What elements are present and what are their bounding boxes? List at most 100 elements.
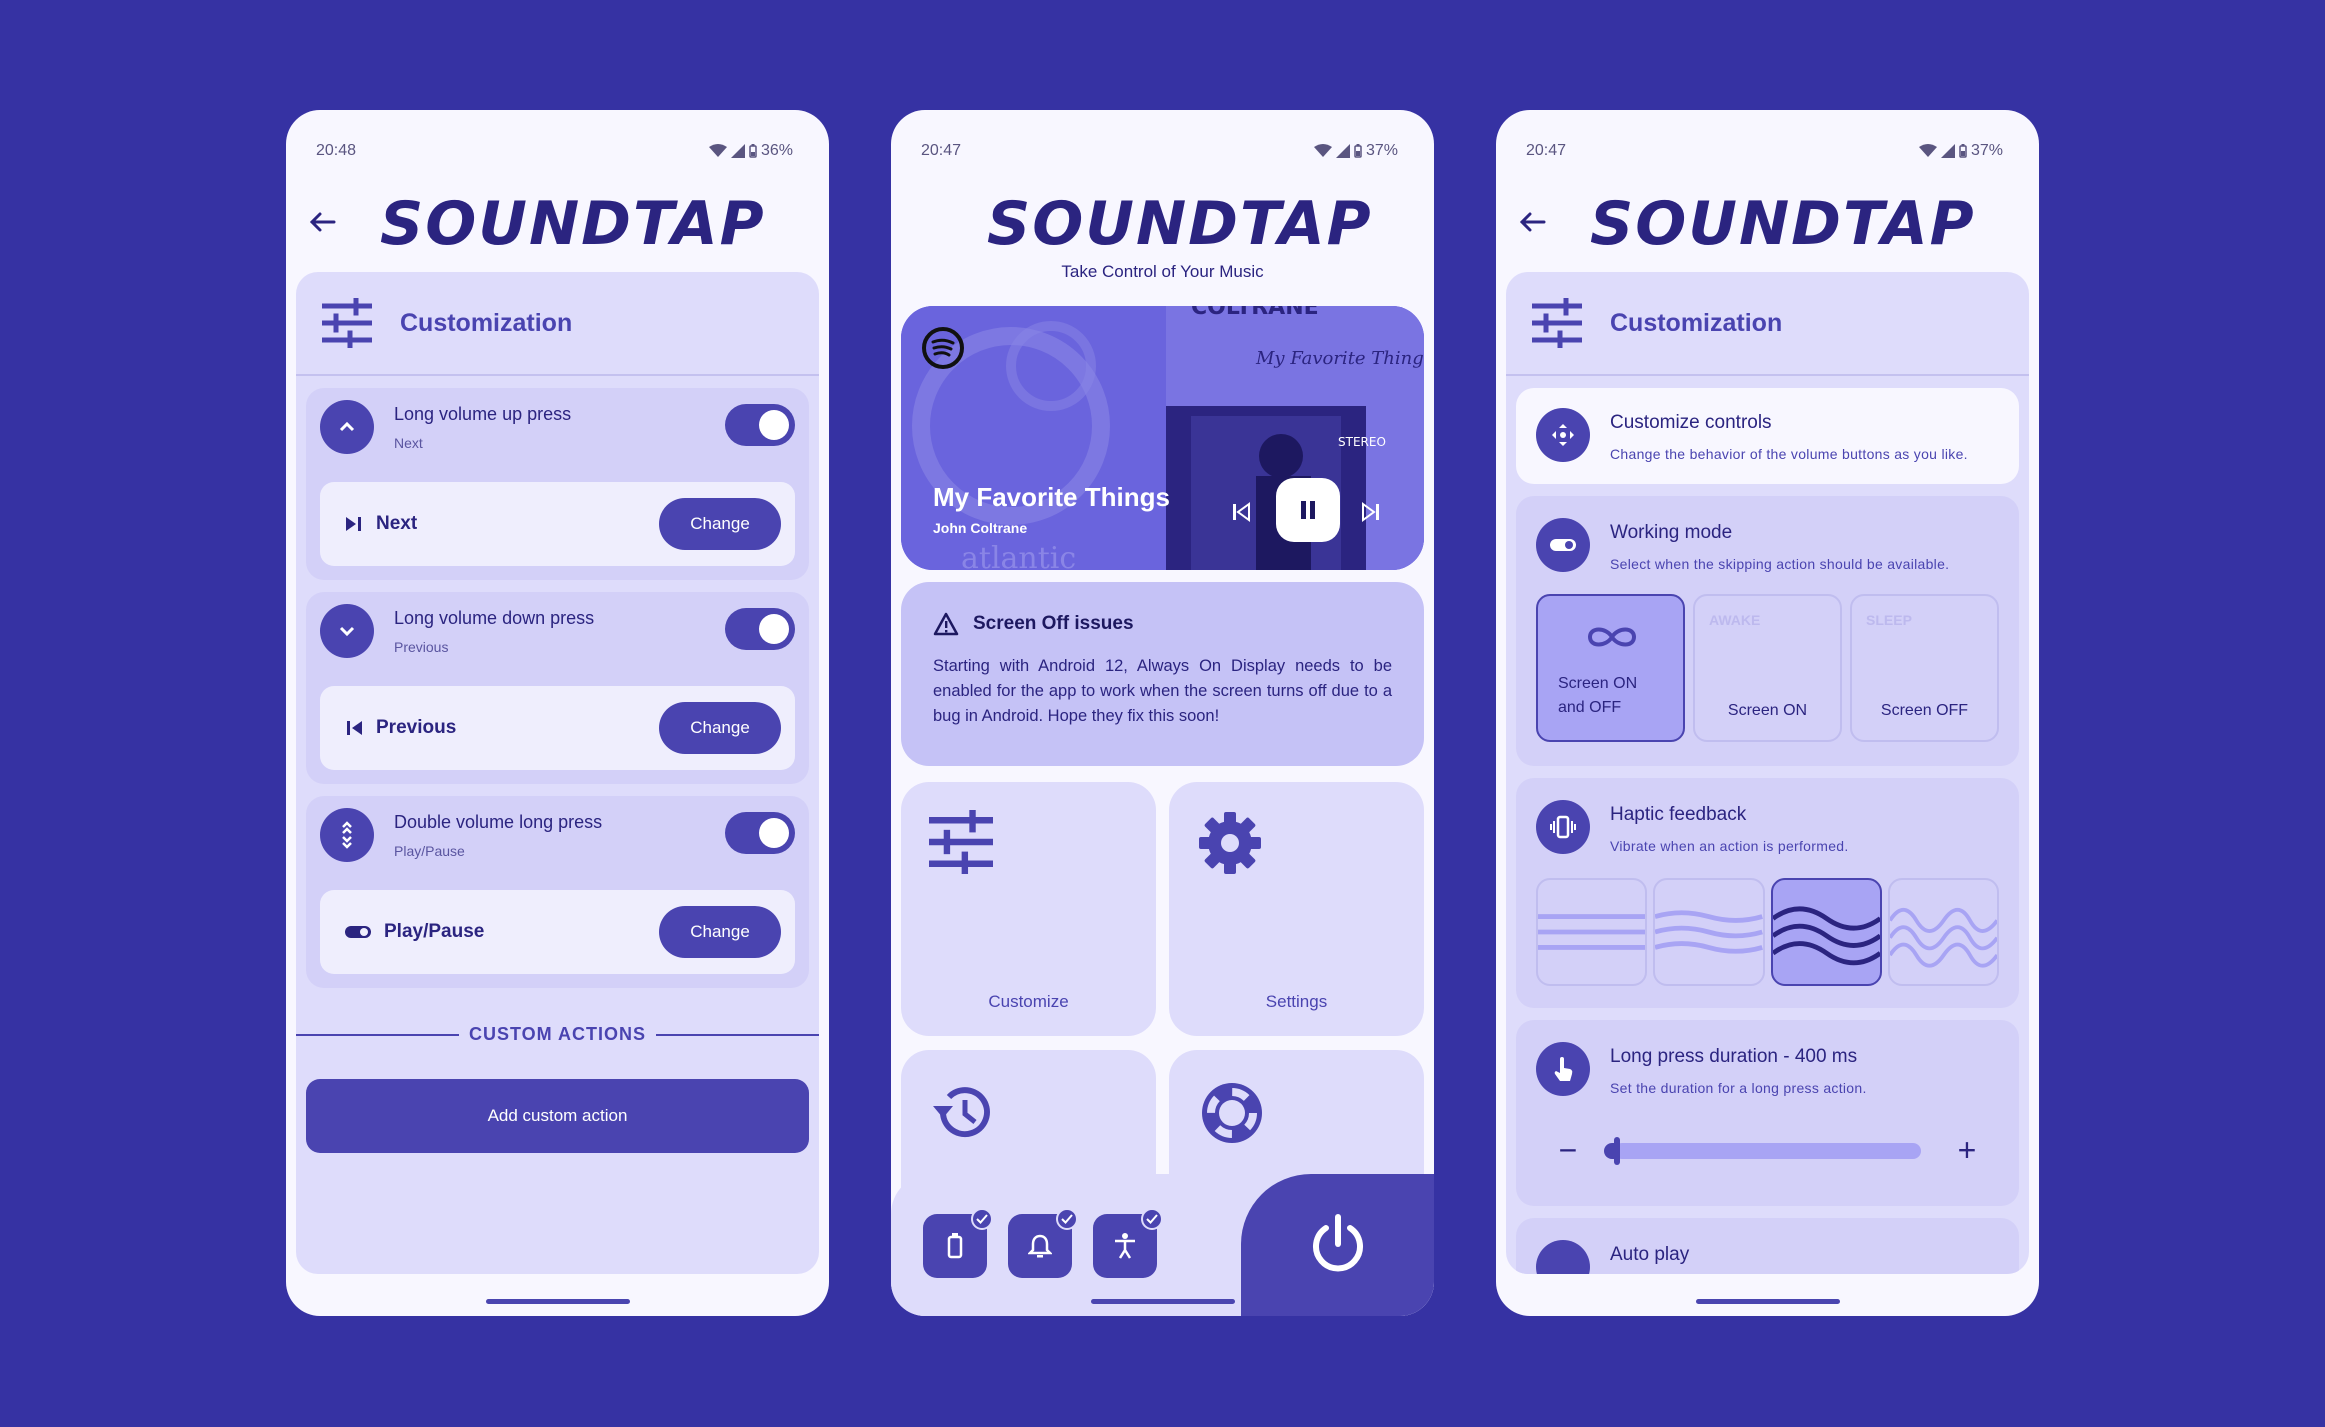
duration-slider[interactable] [1604, 1136, 1921, 1165]
change-button[interactable]: Change [659, 498, 781, 550]
panel-title: Customization [400, 308, 573, 337]
app-tagline: Take Control of Your Music [1061, 262, 1264, 281]
back-arrow-icon[interactable] [1516, 205, 1550, 239]
wifi-icon [708, 144, 727, 157]
accessibility-icon [1115, 1233, 1135, 1259]
album-art-top: COLTRANE [1191, 306, 1319, 320]
medium-wave-icon [1772, 906, 1880, 966]
card-subtitle: Change the behavior of the volume button… [1610, 446, 1968, 462]
status-time: 20:48 [316, 142, 357, 159]
long-press-duration-card: Long press duration - 400 ms Set the dur… [1516, 1020, 2019, 1206]
action-selector: Play/Pause Change [320, 890, 795, 974]
card-title: Haptic feedback [1610, 804, 1747, 825]
decrease-button[interactable]: − [1548, 1132, 1588, 1169]
enable-toggle[interactable] [725, 812, 795, 854]
add-custom-action-button[interactable]: Add custom action [306, 1079, 809, 1153]
change-button[interactable]: Change [659, 906, 781, 958]
slider-thumb[interactable] [1614, 1136, 1620, 1165]
check-icon [971, 1208, 993, 1230]
action-title: Double volume long press [394, 812, 603, 832]
chevron-up-icon [320, 400, 374, 454]
power-service-button[interactable] [1241, 1174, 1434, 1316]
power-icon [1312, 1214, 1363, 1272]
battery-icon [947, 1233, 963, 1259]
infinity-icon [1587, 627, 1637, 647]
settings-tile[interactable]: Settings [1169, 782, 1424, 1036]
card-title: Long press duration - 400 ms [1610, 1046, 1858, 1067]
tune-sliders-icon [1532, 298, 1582, 348]
status-bar: 20:47 37% [1526, 134, 2003, 168]
enable-toggle[interactable] [725, 608, 795, 650]
auto-play-card: Auto play [1516, 1218, 2019, 1274]
action-group-double-volume: Double volume long press Play/Pause Play… [306, 796, 809, 988]
mode-option-screen-on-off[interactable]: Screen ON and OFF [1536, 594, 1685, 742]
double-chevron-icon [320, 808, 374, 862]
flat-lines-icon [1538, 914, 1646, 950]
panel-header: Customization [1506, 272, 2029, 376]
card-subtitle: Set the duration for a long press action… [1610, 1080, 1867, 1096]
now-playing-card[interactable]: My Favorite Things COLTRANE STEREO atlan… [901, 306, 1424, 570]
signal-icon [730, 144, 745, 158]
action-title: Long volume down press [394, 608, 595, 628]
custom-actions-divider: CUSTOM ACTIONS [296, 1024, 819, 1045]
pause-button[interactable] [1276, 478, 1340, 542]
customization-panel: Customization Long volume up press Next … [296, 272, 819, 1274]
bell-icon [1028, 1234, 1052, 1258]
accessibility-permission-button[interactable] [1093, 1208, 1163, 1278]
tune-sliders-icon [929, 810, 993, 874]
back-arrow-icon[interactable] [306, 205, 340, 239]
skip-previous-icon [347, 721, 362, 735]
status-time: 20:47 [921, 142, 962, 159]
mode-option-screen-on[interactable]: AWAKE Screen ON [1693, 594, 1842, 742]
previous-track-icon[interactable] [1231, 502, 1251, 522]
wifi-icon [1313, 144, 1332, 157]
tile-label: Customize [988, 992, 1069, 1011]
auto-play-icon [1536, 1240, 1590, 1274]
duration-slider-row: − + [1536, 1132, 1999, 1169]
status-icons: 37% [1918, 142, 2003, 160]
battery-icon [1354, 144, 1362, 158]
enable-toggle[interactable] [725, 404, 795, 446]
vibration-icon [1536, 800, 1590, 854]
mode-label: Screen ON and OFF [1558, 675, 1638, 716]
customize-controls-card[interactable]: Customize controls Change the behavior o… [1516, 388, 2019, 484]
next-track-icon[interactable] [1361, 502, 1381, 522]
mode-option-screen-off[interactable]: SLEEP Screen OFF [1850, 594, 1999, 742]
warning-icon [933, 612, 959, 636]
tile-label: Settings [1265, 992, 1328, 1011]
customize-tile[interactable]: Customize [901, 782, 1156, 1036]
spotify-icon[interactable] [921, 326, 965, 370]
toggle-mode-icon [1536, 518, 1590, 572]
touch-hand-icon [1536, 1042, 1590, 1096]
action-group-volume-down: Long volume down press Previous Previous… [306, 592, 809, 784]
panel-title: Customization [1610, 308, 1783, 337]
working-mode-options: Screen ON and OFF AWAKE Screen ON SLEEP S… [1536, 594, 1999, 742]
phone-customization-actions: 20:48 36% SOUNDTAP Customization Long vo… [286, 110, 829, 1316]
status-icons: 37% [1313, 142, 1398, 160]
chevron-down-icon [320, 604, 374, 658]
album-art-stereo: STEREO [1338, 435, 1386, 449]
track-title: My Favorite Things [933, 482, 1170, 512]
card-title: Customize controls [1610, 412, 1772, 433]
change-button[interactable]: Change [659, 702, 781, 754]
haptic-option-strong[interactable] [1887, 878, 1999, 986]
tune-sliders-icon [322, 298, 372, 348]
haptic-feedback-card: Haptic feedback Vibrate when an action i… [1516, 778, 2019, 1008]
home-indicator [485, 1299, 630, 1304]
haptic-option-medium[interactable] [1770, 878, 1882, 986]
check-icon [1056, 1208, 1078, 1230]
wifi-icon [1918, 144, 1937, 157]
haptic-option-light[interactable] [1653, 878, 1765, 986]
skip-next-icon [346, 517, 361, 531]
notification-permission-button[interactable] [1008, 1208, 1078, 1278]
home-indicator [1090, 1299, 1235, 1304]
action-label: Next [376, 513, 418, 534]
increase-button[interactable]: + [1947, 1132, 1987, 1169]
card-subtitle: Select when the skipping action should b… [1610, 556, 1950, 572]
action-subtitle: Play/Pause [394, 843, 465, 859]
battery-optimization-button[interactable] [923, 1208, 993, 1278]
action-subtitle: Previous [394, 639, 449, 655]
light-wave-icon [1655, 910, 1763, 954]
haptic-option-none[interactable] [1536, 878, 1648, 986]
action-group-volume-up: Long volume up press Next Next Change [306, 388, 809, 580]
